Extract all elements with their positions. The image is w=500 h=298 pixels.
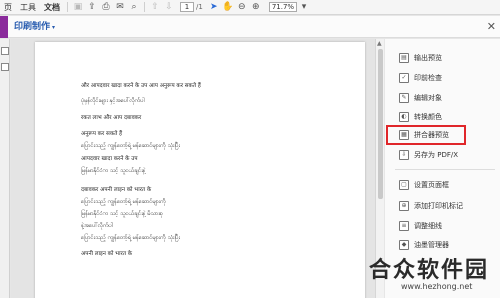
document-line: ပြောင်းသည့် ကျွန်တော့်ရဲ့ မန်ဆောင်များကိ… <box>81 143 180 149</box>
document-line: रकत लाभ और आप दबावकर <box>81 115 142 121</box>
tool-edit-object[interactable]: ✎ 编辑对象 <box>399 91 442 105</box>
print-icon[interactable]: ⎙ <box>99 0 113 15</box>
tool-subbar: 印刷制作 ▾ ✕ <box>0 16 500 38</box>
document-line: ပြောင်းသည့် ကျွန်တော့်ရဲ့ မန်ဆောင်များကိ… <box>81 235 180 241</box>
app-window: 页 工具 文档 ▣ ⇪ ⎙ ✉ ⌕ ⇧ ⇩ 1 /1 ➤ ✋ ⊖ ⊕ 71.7%… <box>0 0 500 298</box>
page-thumbnails-icon[interactable] <box>1 47 9 55</box>
page-down-icon[interactable]: ⇩ <box>162 0 176 15</box>
tool-label: 编辑对象 <box>414 94 442 102</box>
edit-object-icon: ✎ <box>399 93 409 103</box>
tool-save-pdfx[interactable]: ⇩ 另存为 PDF/X <box>399 148 458 162</box>
tool-label: 印前检查 <box>414 74 442 82</box>
email-icon[interactable]: ✉ <box>113 0 127 15</box>
tool-label: 转换颜色 <box>414 113 442 121</box>
set-page-box-icon: ▢ <box>399 180 409 190</box>
search-icon[interactable]: ⌕ <box>127 0 141 15</box>
ink-manager-icon: ◆ <box>399 240 409 250</box>
document-line: မြန်မာနိုင်ငံက သင့် သူငယ်ချင်းနဲ့ <box>81 168 146 174</box>
close-icon[interactable]: ✕ <box>487 16 496 38</box>
page-up-icon[interactable]: ⇧ <box>148 0 162 15</box>
tool-label: 添加打印机标记 <box>414 202 463 210</box>
menu-tools[interactable]: 工具 <box>16 0 40 15</box>
document-line: ပြောင်းသည့် ကျွန်တော့်ရဲ့ မန်ဆောင်များကိ… <box>81 199 166 205</box>
site-watermark: 合众软件园 www.hezhong.net <box>363 252 500 298</box>
document-page: और आपदवार खादा करने के उप आप अनुरूप कर स… <box>35 42 365 298</box>
tool-output-preview[interactable]: ▤ 输出预览 <box>399 51 442 65</box>
convert-color-icon: ◐ <box>399 112 409 122</box>
flattener-preview-icon: ▦ <box>399 130 409 140</box>
tool-title-text: 印刷制作 <box>14 22 51 32</box>
zoom-in-icon[interactable]: ⊕ <box>249 0 263 15</box>
main-toolbar: 页 工具 文档 ▣ ⇪ ⎙ ✉ ⌕ ⇧ ⇩ 1 /1 ➤ ✋ ⊖ ⊕ 71.7%… <box>0 0 500 15</box>
tool-printer-marks[interactable]: ⊕ 添加打印机标记 <box>399 199 463 213</box>
tool-title[interactable]: 印刷制作 ▾ <box>14 16 55 39</box>
zoom-input[interactable]: 71.7% <box>268 2 298 12</box>
select-cursor-icon[interactable]: ➤ <box>207 0 221 15</box>
upload-icon[interactable]: ⇪ <box>85 0 99 15</box>
tool-label: 拼合器预览 <box>414 131 449 139</box>
save-icon[interactable]: ▣ <box>71 0 85 15</box>
tool-label: 油墨管理器 <box>414 241 449 249</box>
watermark-url: www.hezhong.net <box>401 282 473 291</box>
document-line: दबावकर अपनी लाइन को भारत के <box>81 187 152 193</box>
printer-marks-icon: ⊕ <box>399 201 409 211</box>
document-line: နဲ့အပေါ်လိုက်ပါ <box>81 223 113 229</box>
tool-flattener-preview[interactable]: ▦ 拼合器预览 <box>399 128 449 142</box>
toolbar-divider <box>67 2 68 12</box>
watermark-logo: 合众软件园 <box>369 258 490 283</box>
menu-page[interactable]: 页 <box>0 0 16 15</box>
left-nav-strip <box>0 39 10 298</box>
save-pdfx-icon: ⇩ <box>399 150 409 160</box>
tool-ink-manager[interactable]: ◆ 油墨管理器 <box>399 238 449 252</box>
tool-preflight[interactable]: ✓ 印前检查 <box>399 71 442 85</box>
tool-label: 输出预览 <box>414 54 442 62</box>
chevron-down-icon[interactable]: ▾ <box>52 24 55 31</box>
document-line: अपनी लाइन को भारत के <box>81 251 133 257</box>
fix-hairlines-icon: ≡ <box>399 221 409 231</box>
document-view[interactable]: और आपदवार खादा करने के उप आप अनुरूप कर स… <box>11 39 375 298</box>
page-total: /1 <box>196 3 203 11</box>
document-line: अनुरूप कर सकते हैं <box>81 131 123 137</box>
hand-icon[interactable]: ✋ <box>221 0 235 15</box>
document-line: မြန်မာနိုင်ငံက သင့် သူငယ်ချင်းနဲ့ မိသားစ… <box>81 211 163 217</box>
zoom-out-icon[interactable]: ⊖ <box>235 0 249 15</box>
output-preview-icon: ▤ <box>399 53 409 63</box>
tool-convert-color[interactable]: ◐ 转换颜色 <box>399 110 442 124</box>
tool-label: 另存为 PDF/X <box>414 151 459 159</box>
document-line: आपदवार खादा करने के उप <box>81 156 138 162</box>
toolbar-divider <box>144 2 145 12</box>
tool-label: 设置页面框 <box>414 181 449 189</box>
scroll-thumb[interactable] <box>378 49 383 199</box>
zoom-dropdown-icon[interactable]: ▾ <box>297 0 311 15</box>
tool-fix-hairlines[interactable]: ≡ 调整细线 <box>399 219 442 233</box>
bookmarks-icon[interactable] <box>1 63 9 71</box>
menu-document[interactable]: 文档 <box>40 0 64 15</box>
document-line: और आपदवार खादा करने के उप आप अनुरूप कर स… <box>81 83 201 89</box>
tool-color-tab <box>0 16 8 38</box>
page-number-input[interactable]: 1 <box>180 2 194 12</box>
document-line: ပုံမှန်လိုင်းများ နှင့်အပေါ်လိုက်ပါ <box>81 98 145 104</box>
scroll-up-icon[interactable]: ▲ <box>377 40 382 47</box>
tool-label: 调整细线 <box>414 222 442 230</box>
preflight-icon: ✓ <box>399 73 409 83</box>
panel-divider <box>395 169 495 170</box>
tool-set-page-box[interactable]: ▢ 设置页面框 <box>399 178 449 192</box>
